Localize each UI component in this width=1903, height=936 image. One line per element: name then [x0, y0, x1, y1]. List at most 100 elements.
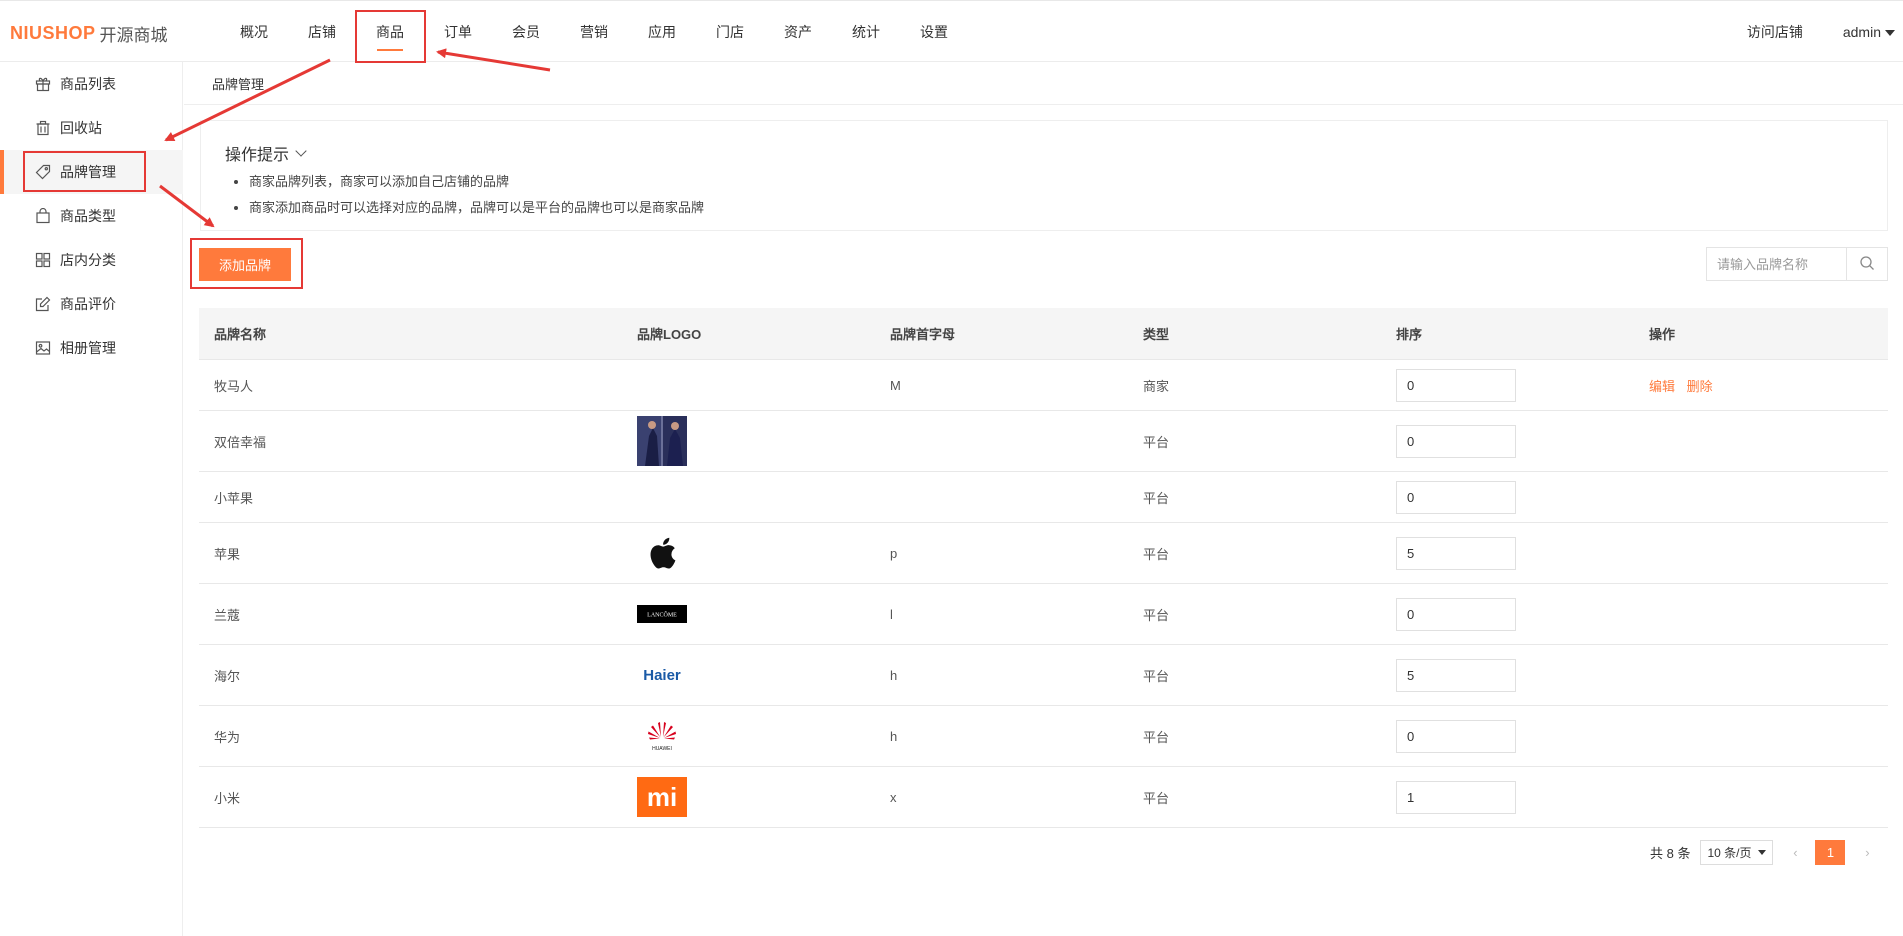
top-header: NIUSHOP 开源商城 概况 店铺 商品 订单 会员 营销 应用 门店 资产 …	[0, 0, 1903, 62]
sidebar-item-label: 回收站	[60, 120, 102, 136]
sidebar-item-label: 商品列表	[60, 76, 116, 92]
search-input[interactable]	[1707, 248, 1846, 280]
sidebar-item-goods-list[interactable]: 商品列表	[0, 62, 183, 106]
brand-type: 平台	[1143, 490, 1170, 506]
bag-icon	[34, 207, 52, 225]
apple-logo-icon	[637, 528, 687, 578]
brand-letter: p	[890, 545, 898, 561]
nav-overview[interactable]: 概况	[220, 1, 288, 63]
brand-name: 华为	[214, 729, 241, 745]
sort-input[interactable]	[1396, 536, 1516, 570]
nav-shop[interactable]: 店铺	[288, 1, 356, 63]
nav-stats[interactable]: 统计	[832, 1, 900, 63]
tip-item: 商家品牌列表，商家可以添加自己店铺的品牌	[249, 169, 704, 195]
brand-name: 小苹果	[214, 490, 254, 506]
haier-logo: Haier	[637, 650, 687, 700]
brand-logo-cell	[622, 416, 875, 466]
sidebar: 商品列表 回收站 品牌管理 商品类型 店内分类 商品评价 相册管理	[0, 62, 183, 936]
sort-input[interactable]	[1396, 780, 1516, 814]
brand-logo[interactable]: NIUSHOP 开源商城	[10, 21, 168, 46]
annotation-box-add-brand	[190, 238, 303, 289]
tips-toggle[interactable]: 操作提示	[225, 141, 307, 165]
column-header: 品牌名称	[214, 327, 267, 342]
sort-cell	[1381, 424, 1634, 458]
sidebar-item-recycle[interactable]: 回收站	[0, 106, 183, 150]
user-menu[interactable]: admin	[1843, 24, 1895, 40]
sidebar-item-goods-type[interactable]: 商品类型	[0, 194, 183, 238]
search-icon	[1859, 255, 1875, 274]
sidebar-item-reviews[interactable]: 商品评价	[0, 282, 183, 326]
page-size-select[interactable]: 10 条/页	[1700, 840, 1774, 865]
grid-icon	[34, 251, 52, 269]
page-number-current[interactable]: 1	[1815, 840, 1846, 865]
sort-input[interactable]	[1396, 424, 1516, 458]
sort-cell	[1381, 536, 1634, 570]
sort-cell	[1381, 480, 1634, 514]
user-name: admin	[1842, 24, 1881, 40]
logo-text-cn: 开源商城	[99, 26, 168, 45]
table-row: 兰蔻 LANCÔME l 平台	[199, 584, 1888, 645]
brand-table: 品牌名称 品牌LOGO 品牌首字母 类型 排序 操作 牧马人 M 商家 编辑 删…	[199, 308, 1888, 828]
brand-type: 平台	[1143, 546, 1170, 562]
sort-input[interactable]	[1396, 658, 1516, 692]
chevron-down-icon	[295, 145, 307, 157]
nav-members[interactable]: 会员	[492, 1, 560, 63]
sidebar-item-label: 店内分类	[60, 252, 116, 268]
logo-text-en: NIUSHOP	[10, 23, 96, 43]
brand-logo-cell: LANCÔME	[622, 589, 875, 639]
search-button[interactable]	[1846, 248, 1887, 280]
brand-name: 兰蔻	[214, 607, 241, 623]
brand-type: 商家	[1143, 378, 1170, 394]
column-header: 类型	[1143, 327, 1170, 342]
sort-input[interactable]	[1396, 368, 1516, 402]
sort-input[interactable]	[1396, 597, 1516, 631]
brand-name: 苹果	[214, 546, 241, 562]
brand-logo-cell: mi	[622, 772, 875, 822]
header-right: 访问店铺 admin	[1747, 1, 1903, 63]
next-page-button[interactable]: ›	[1857, 845, 1877, 860]
nav-stores[interactable]: 门店	[696, 1, 764, 63]
prev-page-button[interactable]: ‹	[1785, 845, 1805, 860]
tips-title: 操作提示	[225, 147, 290, 164]
caret-down-icon	[1885, 30, 1895, 37]
brand-type: 平台	[1143, 668, 1170, 684]
visit-store-link[interactable]: 访问店铺	[1747, 22, 1803, 42]
brand-logo-photo	[637, 416, 687, 466]
table-row: 苹果 p 平台	[199, 523, 1888, 584]
sort-input[interactable]	[1396, 719, 1516, 753]
brand-type: 平台	[1143, 729, 1170, 745]
trash-icon	[34, 119, 52, 137]
nav-assets[interactable]: 资产	[764, 1, 832, 63]
brand-letter: l	[890, 606, 893, 622]
caret-down-icon	[1758, 850, 1767, 855]
sort-cell	[1381, 658, 1634, 692]
sort-input[interactable]	[1396, 480, 1516, 514]
sidebar-item-label: 商品类型	[60, 208, 116, 224]
sort-cell	[1381, 780, 1634, 814]
nav-marketing[interactable]: 营销	[560, 1, 628, 63]
delete-link[interactable]: 删除	[1687, 379, 1713, 394]
brand-name: 双倍幸福	[214, 434, 267, 450]
nav-orders[interactable]: 订单	[424, 1, 492, 63]
annotation-box-nav-goods	[355, 10, 426, 63]
nav-settings[interactable]: 设置	[900, 1, 968, 63]
tip-item: 商家添加商品时可以选择对应的品牌，品牌可以是平台的品牌也可以是商家品牌	[249, 195, 704, 221]
brand-letter: h	[890, 667, 898, 683]
brand-logo-cell: HUAWEI	[622, 711, 875, 761]
edit-icon	[34, 295, 52, 313]
main-nav: 概况 店铺 商品 订单 会员 营销 应用 门店 资产 统计 设置	[220, 1, 968, 63]
sidebar-item-album[interactable]: 相册管理	[0, 326, 183, 370]
nav-apps[interactable]: 应用	[628, 1, 696, 63]
image-icon	[34, 339, 52, 357]
column-header: 排序	[1396, 327, 1423, 342]
table-row: 双倍幸福 平台	[199, 411, 1888, 472]
column-header: 品牌LOGO	[637, 327, 702, 342]
edit-link[interactable]: 编辑	[1649, 379, 1675, 394]
table-header: 品牌名称 品牌LOGO 品牌首字母 类型 排序 操作	[199, 308, 1888, 360]
mi-logo-text: mi	[647, 782, 677, 812]
sort-cell	[1381, 597, 1634, 631]
huawei-logo-text: HUAWEI	[652, 746, 672, 752]
huawei-logo: HUAWEI	[637, 711, 687, 761]
sidebar-item-store-category[interactable]: 店内分类	[0, 238, 183, 282]
brand-letter: M	[890, 377, 901, 393]
